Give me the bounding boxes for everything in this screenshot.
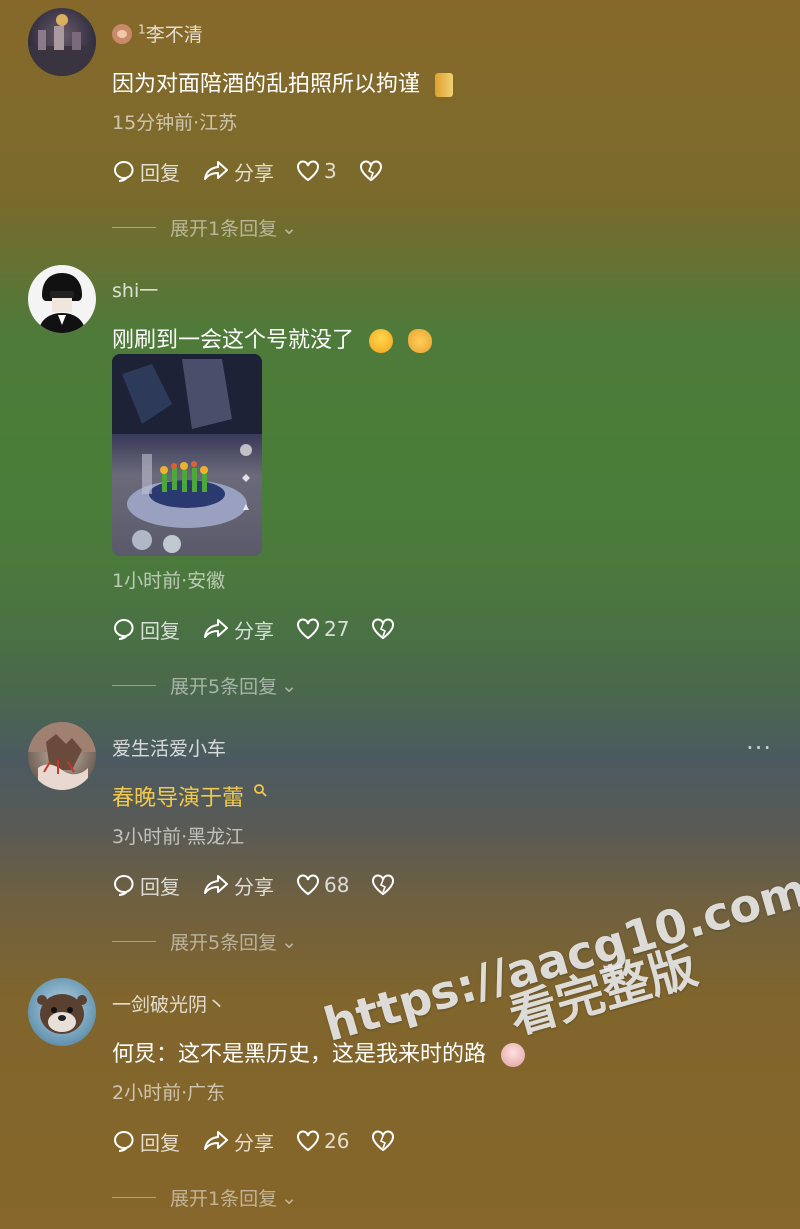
share-label: 分享 bbox=[234, 874, 274, 899]
share-button[interactable]: 分享 bbox=[202, 157, 274, 186]
photo-party-icon bbox=[112, 354, 262, 553]
ok-hand-emoji-icon bbox=[408, 329, 433, 353]
heart-icon bbox=[297, 160, 319, 182]
comment-text: 因为对面陪酒的乱拍照所以拘谨 bbox=[112, 66, 454, 98]
avatar[interactable] bbox=[28, 8, 96, 76]
like-button[interactable]: 27 bbox=[296, 617, 349, 641]
username[interactable]: 爱生活爱小车 bbox=[112, 734, 226, 761]
share-label: 分享 bbox=[234, 160, 274, 185]
share-icon bbox=[204, 875, 228, 894]
divider-line bbox=[112, 227, 156, 228]
comment-meta: 2小时前·广东 bbox=[112, 1082, 226, 1104]
divider-line bbox=[112, 1197, 156, 1198]
comment-meta: 3小时前·黑龙江 bbox=[112, 826, 245, 848]
expand-replies-button[interactable]: 展开5条回复 ⌄ bbox=[112, 928, 297, 955]
comment-meta: 1小时前·安徽 bbox=[112, 570, 226, 592]
expand-replies-button[interactable]: 展开5条回复 ⌄ bbox=[112, 672, 297, 699]
dislike-button[interactable] bbox=[371, 1130, 399, 1152]
more-options-button[interactable]: ··· bbox=[746, 734, 772, 762]
like-count: 26 bbox=[324, 1129, 350, 1153]
reply-label: 回复 bbox=[140, 1130, 180, 1155]
share-button[interactable]: 分享 bbox=[202, 1127, 274, 1156]
heart-icon bbox=[297, 874, 319, 896]
comment-actions: 回复 分享 27 bbox=[112, 614, 421, 644]
avatar[interactable] bbox=[28, 722, 96, 790]
divider-line bbox=[112, 941, 156, 942]
expand-label: 展开1条回复 bbox=[170, 1188, 278, 1210]
share-icon bbox=[204, 1131, 228, 1150]
avatar-otter-icon bbox=[37, 994, 87, 1034]
comment-actions: 回复 分享 26 bbox=[112, 1126, 421, 1156]
avatar-photo-icon bbox=[28, 722, 96, 790]
like-button[interactable]: 26 bbox=[296, 1129, 349, 1153]
reply-button[interactable]: 回复 bbox=[112, 1127, 180, 1156]
comment-image[interactable] bbox=[112, 354, 262, 556]
username-label: 李不清 bbox=[145, 24, 203, 46]
username[interactable]: 1李不清 bbox=[112, 20, 203, 47]
reply-button[interactable]: 回复 bbox=[112, 615, 180, 644]
chevron-down-icon: ⌄ bbox=[281, 674, 298, 697]
comment-text: 刚刷到一会这个号就没了 bbox=[112, 322, 433, 354]
expand-replies-button[interactable]: 展开1条回复 ⌄ bbox=[112, 1184, 297, 1211]
reply-label: 回复 bbox=[140, 618, 180, 643]
expand-replies-button[interactable]: 展开1条回复 ⌄ bbox=[112, 214, 297, 241]
share-label: 分享 bbox=[234, 1130, 274, 1155]
comment-meta: 15分钟前·江苏 bbox=[112, 112, 238, 134]
username[interactable]: shi一 bbox=[112, 276, 158, 303]
reply-label: 回复 bbox=[140, 874, 180, 899]
reply-icon bbox=[114, 618, 134, 640]
comment-text-content: 刚刷到一会这个号就没了 bbox=[112, 328, 355, 353]
comment-text: 何炅：这不是黑历史，这是我来时的路 bbox=[112, 1036, 526, 1068]
share-button[interactable]: 分享 bbox=[202, 871, 274, 900]
share-icon bbox=[204, 619, 228, 638]
divider-line bbox=[112, 685, 156, 686]
chevron-down-icon: ⌄ bbox=[281, 930, 298, 953]
reply-button[interactable]: 回复 bbox=[112, 157, 180, 186]
reply-label: 回复 bbox=[140, 160, 180, 185]
reply-button[interactable]: 回复 bbox=[112, 871, 180, 900]
heart-icon bbox=[297, 618, 319, 640]
like-count: 27 bbox=[324, 617, 350, 641]
expand-label: 展开5条回复 bbox=[170, 932, 278, 954]
reply-icon bbox=[114, 160, 134, 182]
dislike-button[interactable] bbox=[371, 618, 399, 640]
avatar[interactable] bbox=[28, 265, 96, 333]
like-button[interactable]: 68 bbox=[296, 873, 349, 897]
comment-text-content: 何炅：这不是黑历史，这是我来时的路 bbox=[112, 1042, 487, 1067]
comment-text-content: 因为对面陪酒的乱拍照所以拘谨 bbox=[112, 72, 421, 97]
like-count: 3 bbox=[324, 159, 337, 183]
reply-icon bbox=[114, 1130, 134, 1152]
can-emoji-icon bbox=[435, 73, 454, 97]
broken-heart-icon bbox=[372, 1130, 395, 1152]
username-prefix: 1 bbox=[138, 22, 146, 37]
expand-label: 展开5条回复 bbox=[170, 676, 278, 698]
comment-actions: 回复 分享 68 bbox=[112, 870, 421, 900]
heart-icon bbox=[297, 1130, 319, 1152]
broken-heart-icon bbox=[372, 618, 395, 640]
like-button[interactable]: 3 bbox=[296, 159, 337, 183]
like-count: 68 bbox=[324, 873, 350, 897]
comment-actions: 回复 分享 3 bbox=[112, 156, 409, 186]
monkey-emoji-icon bbox=[112, 24, 132, 44]
avatar-photo-icon bbox=[28, 14, 96, 76]
broken-heart-icon bbox=[372, 874, 395, 896]
share-button[interactable]: 分享 bbox=[202, 615, 274, 644]
search-link-text[interactable]: 春晚导演于蕾 bbox=[112, 786, 244, 811]
avatar-illustration-icon bbox=[38, 273, 86, 333]
chevron-down-icon: ⌄ bbox=[281, 216, 298, 239]
broken-heart-icon bbox=[359, 160, 382, 182]
share-label: 分享 bbox=[234, 618, 274, 643]
expand-label: 展开1条回复 bbox=[170, 218, 278, 240]
search-icon bbox=[254, 784, 267, 797]
chevron-down-icon: ⌄ bbox=[281, 1186, 298, 1209]
dislike-button[interactable] bbox=[359, 160, 387, 182]
comment-text[interactable]: 春晚导演于蕾 bbox=[112, 780, 267, 812]
reply-icon bbox=[114, 874, 134, 896]
laughing-emoji-icon bbox=[369, 329, 394, 353]
username[interactable]: 一剑破光阴丶 bbox=[112, 990, 226, 1017]
avatar[interactable] bbox=[28, 978, 96, 1046]
dislike-button[interactable] bbox=[371, 874, 399, 896]
share-icon bbox=[204, 161, 228, 180]
